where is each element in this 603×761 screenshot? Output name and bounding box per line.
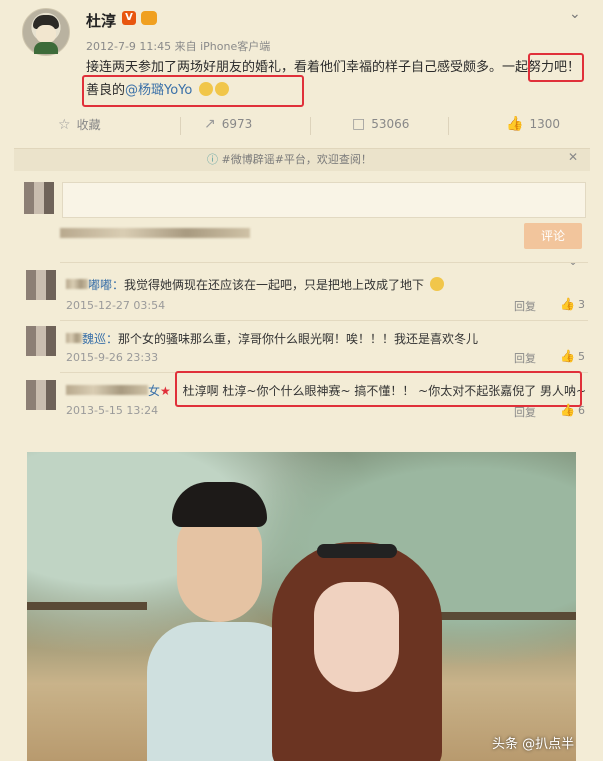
thumbs-up-icon[interactable]: 👍 (560, 297, 575, 311)
star-icon: ★ (160, 384, 171, 398)
smile-emoji-icon (429, 277, 444, 291)
highlight-box (175, 371, 582, 407)
divider (60, 320, 588, 321)
repost-icon: ↗ (204, 116, 216, 132)
watermark: 头条 @扒点半 (492, 737, 575, 752)
thumbs-up-icon[interactable]: 👍 (560, 403, 575, 417)
thumbs-up-icon[interactable]: 👍 (560, 349, 575, 363)
medal-icon (141, 11, 157, 25)
user-avatar[interactable] (22, 8, 70, 56)
comment-avatar[interactable] (26, 380, 56, 410)
like-count: 6 (578, 404, 585, 417)
comment-icon: □ (352, 116, 366, 132)
comment-avatar[interactable] (26, 270, 56, 300)
favorite-button[interactable]: ☆ 收藏 (58, 116, 101, 133)
comment-avatar[interactable] (26, 326, 56, 356)
star-outline-icon: ☆ (58, 116, 71, 133)
submit-comment-button[interactable]: 评论 (524, 223, 582, 249)
chevron-down-icon[interactable]: ⌄ (568, 254, 578, 268)
like-count: 5 (578, 350, 585, 363)
like-button[interactable]: 👍 1300 (506, 116, 560, 132)
close-icon[interactable]: ✕ (568, 150, 578, 164)
post-action-bar: ☆ 收藏 ↗ 6973 □ 53066 👍 1300 (40, 112, 585, 140)
comment-text: 嘟嘟：我觉得她俩现在还应该在一起吧，只是把地上改成了地下 (66, 276, 444, 293)
my-avatar (24, 182, 54, 214)
like-count: 3 (578, 298, 585, 311)
post-timestamp: 2012-7-9 11:45 来自 iPhone客户端 (86, 40, 271, 53)
comment-button[interactable]: □ 53066 (352, 116, 409, 132)
comment-date: 2013-5-15 13:24 (66, 404, 159, 417)
thumbs-up-icon: 👍 (506, 116, 524, 132)
info-icon: ⓘ (207, 153, 218, 166)
blurred-name (66, 279, 88, 289)
comment-text: 魏巡：那个女的骚味那么重，淳哥你什么眼光啊！唉！！！我还是喜欢冬儿 (66, 330, 478, 347)
post-username[interactable]: 杜淳 (86, 10, 116, 31)
blurred-name (66, 385, 148, 395)
highlight-box (528, 53, 584, 82)
reply-button[interactable]: 回复 (514, 350, 536, 366)
comment-date: 2015-9-26 23:33 (66, 351, 159, 364)
blurred-toolbar (60, 228, 250, 238)
verified-badge-icon: V (122, 11, 136, 25)
couple-photo (27, 452, 576, 761)
comment-input[interactable] (62, 182, 586, 218)
divider (60, 262, 588, 263)
highlight-box (82, 75, 304, 107)
reply-button[interactable]: 回复 (514, 404, 536, 420)
blurred-name (66, 333, 82, 343)
reply-button[interactable]: 回复 (514, 298, 536, 314)
repost-button[interactable]: ↗ 6973 (204, 116, 252, 132)
comment-date: 2015-12-27 03:54 (66, 299, 166, 312)
chevron-down-icon[interactable]: ⌄ (569, 6, 581, 22)
notice-text[interactable]: ⓘ #微博辟谣#平台，欢迎查阅！ (207, 151, 372, 167)
